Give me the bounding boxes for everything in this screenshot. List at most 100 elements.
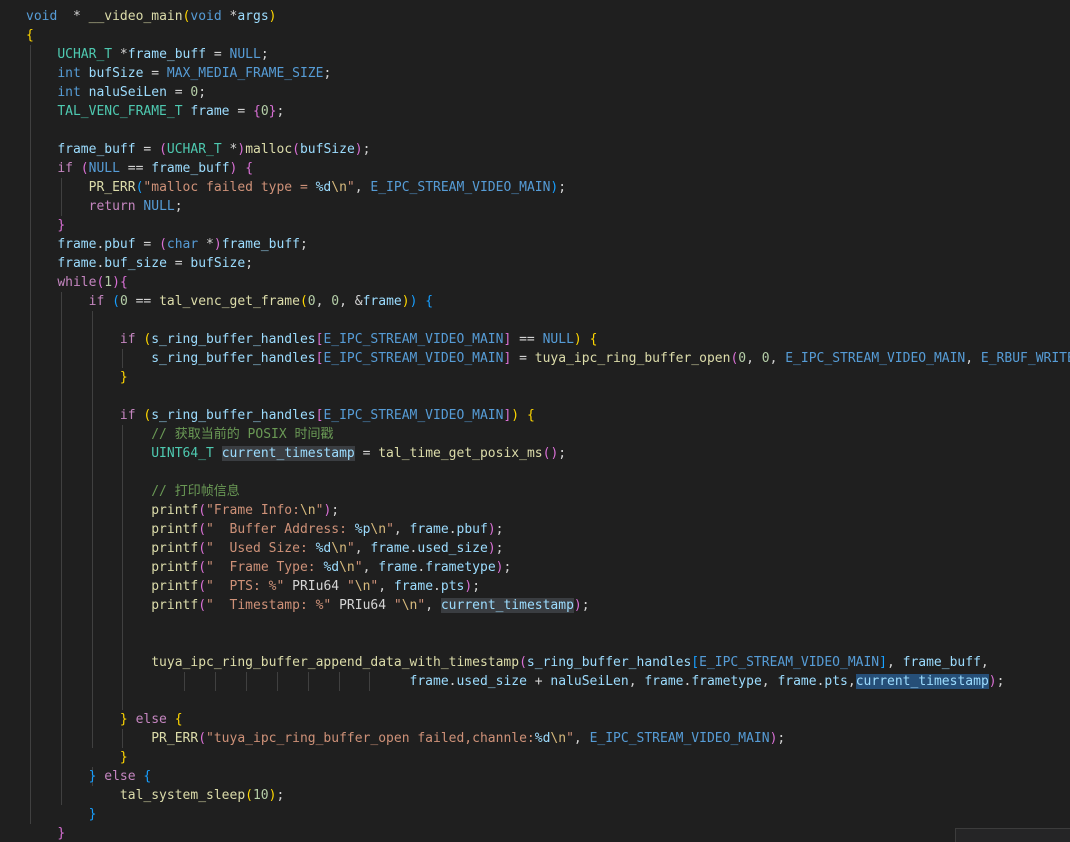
code-token: ; [362,142,371,157]
code-line[interactable]: return NULL; [26,197,183,216]
code-token: = [206,47,230,62]
code-line[interactable]: } [26,748,128,767]
code-line[interactable]: frame.used_size + naluSeiLen, frame.fram… [26,672,1004,691]
code-token: return [88,199,136,214]
code-token: PRIu64 [331,598,394,613]
code-line[interactable]: frame.pbuf = (char *)frame_buff; [26,235,308,254]
code-line[interactable]: frame_buff = (UCHAR_T *)malloc(bufSize); [26,140,370,159]
code-line[interactable]: UCHAR_T *frame_buff = NULL; [26,45,268,64]
code-token: pbuf [104,237,136,252]
code-token: ) [464,579,473,594]
code-token: E_IPC_STREAM_VIDEO_MAIN [323,351,504,366]
code-token: s_ring_buffer_handles [151,351,316,366]
code-line[interactable]: printf(" Frame Type: %d\n", frame.framet… [26,558,511,577]
code-token: malloc [245,142,293,157]
code-token: ( [519,655,527,670]
code-token: , [393,522,410,537]
code-token: , [362,560,379,575]
code-line[interactable]: } else { [26,710,183,729]
code-editor[interactable]: void * __video_main(void *args){ UCHAR_T… [0,0,1070,842]
code-token: E_IPC_STREAM_VIDEO_MAIN [699,655,880,670]
code-token: current_timestamp [221,446,355,461]
code-line[interactable]: printf(" Timestamp: %" PRIu64 "\n", curr… [26,596,590,615]
code-token: frame_buff [57,142,136,157]
code-token: ; [174,199,183,214]
code-line[interactable]: tuya_ipc_ring_buffer_append_data_with_ti… [26,653,989,672]
code-line[interactable]: TAL_VENC_FRAME_T frame = {0}; [26,102,284,121]
code-token: NULL [542,332,574,347]
code-token: , [847,674,856,689]
code-line[interactable]: // 打印帧信息 [26,482,239,501]
code-line[interactable]: { [26,26,34,45]
code-line[interactable]: s_ring_buffer_handles[E_IPC_STREAM_VIDEO… [26,349,1070,368]
code-line[interactable]: UINT64_T current_timestamp = tal_time_ge… [26,444,566,463]
code-token: ) [511,408,520,423]
code-token: naluSeiLen [88,85,167,100]
code-token: ) [268,9,277,24]
code-line[interactable]: PR_ERR("malloc failed type = %d\n", E_IP… [26,178,566,197]
code-line[interactable]: if (s_ring_buffer_handles[E_IPC_STREAM_V… [26,330,597,349]
code-token: frame_buff [221,237,300,252]
code-token: { [253,104,261,119]
code-line[interactable]: printf(" Buffer Address: %p\n", frame.pb… [26,520,503,539]
code-token: { [425,294,434,309]
code-token: * [57,9,89,24]
code-token: bufSize [88,66,144,81]
code-line[interactable]: void * __video_main(void *args) [26,7,276,26]
scrollbar-corner[interactable] [955,828,1070,842]
code-line[interactable]: while(1){ [26,273,127,292]
code-line[interactable]: if (0 == tal_venc_get_frame(0, 0, &frame… [26,292,433,311]
code-token: frame [190,104,230,119]
code-token: if [88,294,105,309]
code-line[interactable]: // 获取当前的 POSIX 时间戳 [26,425,334,444]
code-token: printf [151,598,199,613]
code-line[interactable]: printf(" Used Size: %d\n", frame.used_si… [26,539,503,558]
code-token: frame [409,522,449,537]
code-token: . [433,579,441,594]
code-line[interactable]: } else { [26,767,152,786]
code-line[interactable]: if (s_ring_buffer_handles[E_IPC_STREAM_V… [26,406,535,425]
code-token: = [354,446,379,461]
code-token: frame_buff [151,161,230,176]
code-line[interactable]: } [26,368,128,387]
code-line[interactable]: if (NULL == frame_buff) { [26,159,253,178]
code-line[interactable]: tal_system_sleep(10); [26,786,284,805]
code-token: , [378,579,394,594]
code-token: %d [323,560,340,575]
code-line[interactable]: printf(" PTS: %" PRIu64 "\n", frame.pts)… [26,577,480,596]
code-token: ) [237,142,246,157]
code-token: = [166,256,191,271]
code-line[interactable]: } [26,805,97,824]
code-token: if [57,161,73,176]
code-token: PR_ERR [151,731,199,746]
code-token: "malloc failed type = [143,180,316,195]
code-line[interactable]: frame.buf_size = bufSize; [26,254,253,273]
code-line[interactable]: int bufSize = MAX_MEDIA_FRAME_SIZE; [26,64,331,83]
code-token: frame [370,541,410,556]
code-token: = [229,104,253,119]
code-line[interactable]: PR_ERR("tuya_ipc_ring_buffer_open failed… [26,729,785,748]
code-line[interactable]: int naluSeiLen = 0; [26,83,206,102]
code-token: s_ring_buffer_handles [526,655,692,670]
code-token: printf [151,503,199,518]
code-line[interactable]: } [26,216,65,235]
code-line[interactable]: } [26,824,65,842]
code-token: " [346,541,355,556]
code-line[interactable]: printf("Frame Info:\n"); [26,501,339,520]
code-token: 10 [252,788,269,803]
code-token: ( [198,598,207,613]
code-token: // 获取当前的 POSIX 时间戳 [151,427,334,442]
code-token: \n [331,180,347,195]
code-token: UINT64_T [151,446,214,461]
code-token: while [57,275,97,290]
code-token: . [448,522,457,537]
code-token: PRIu64 [284,579,347,594]
